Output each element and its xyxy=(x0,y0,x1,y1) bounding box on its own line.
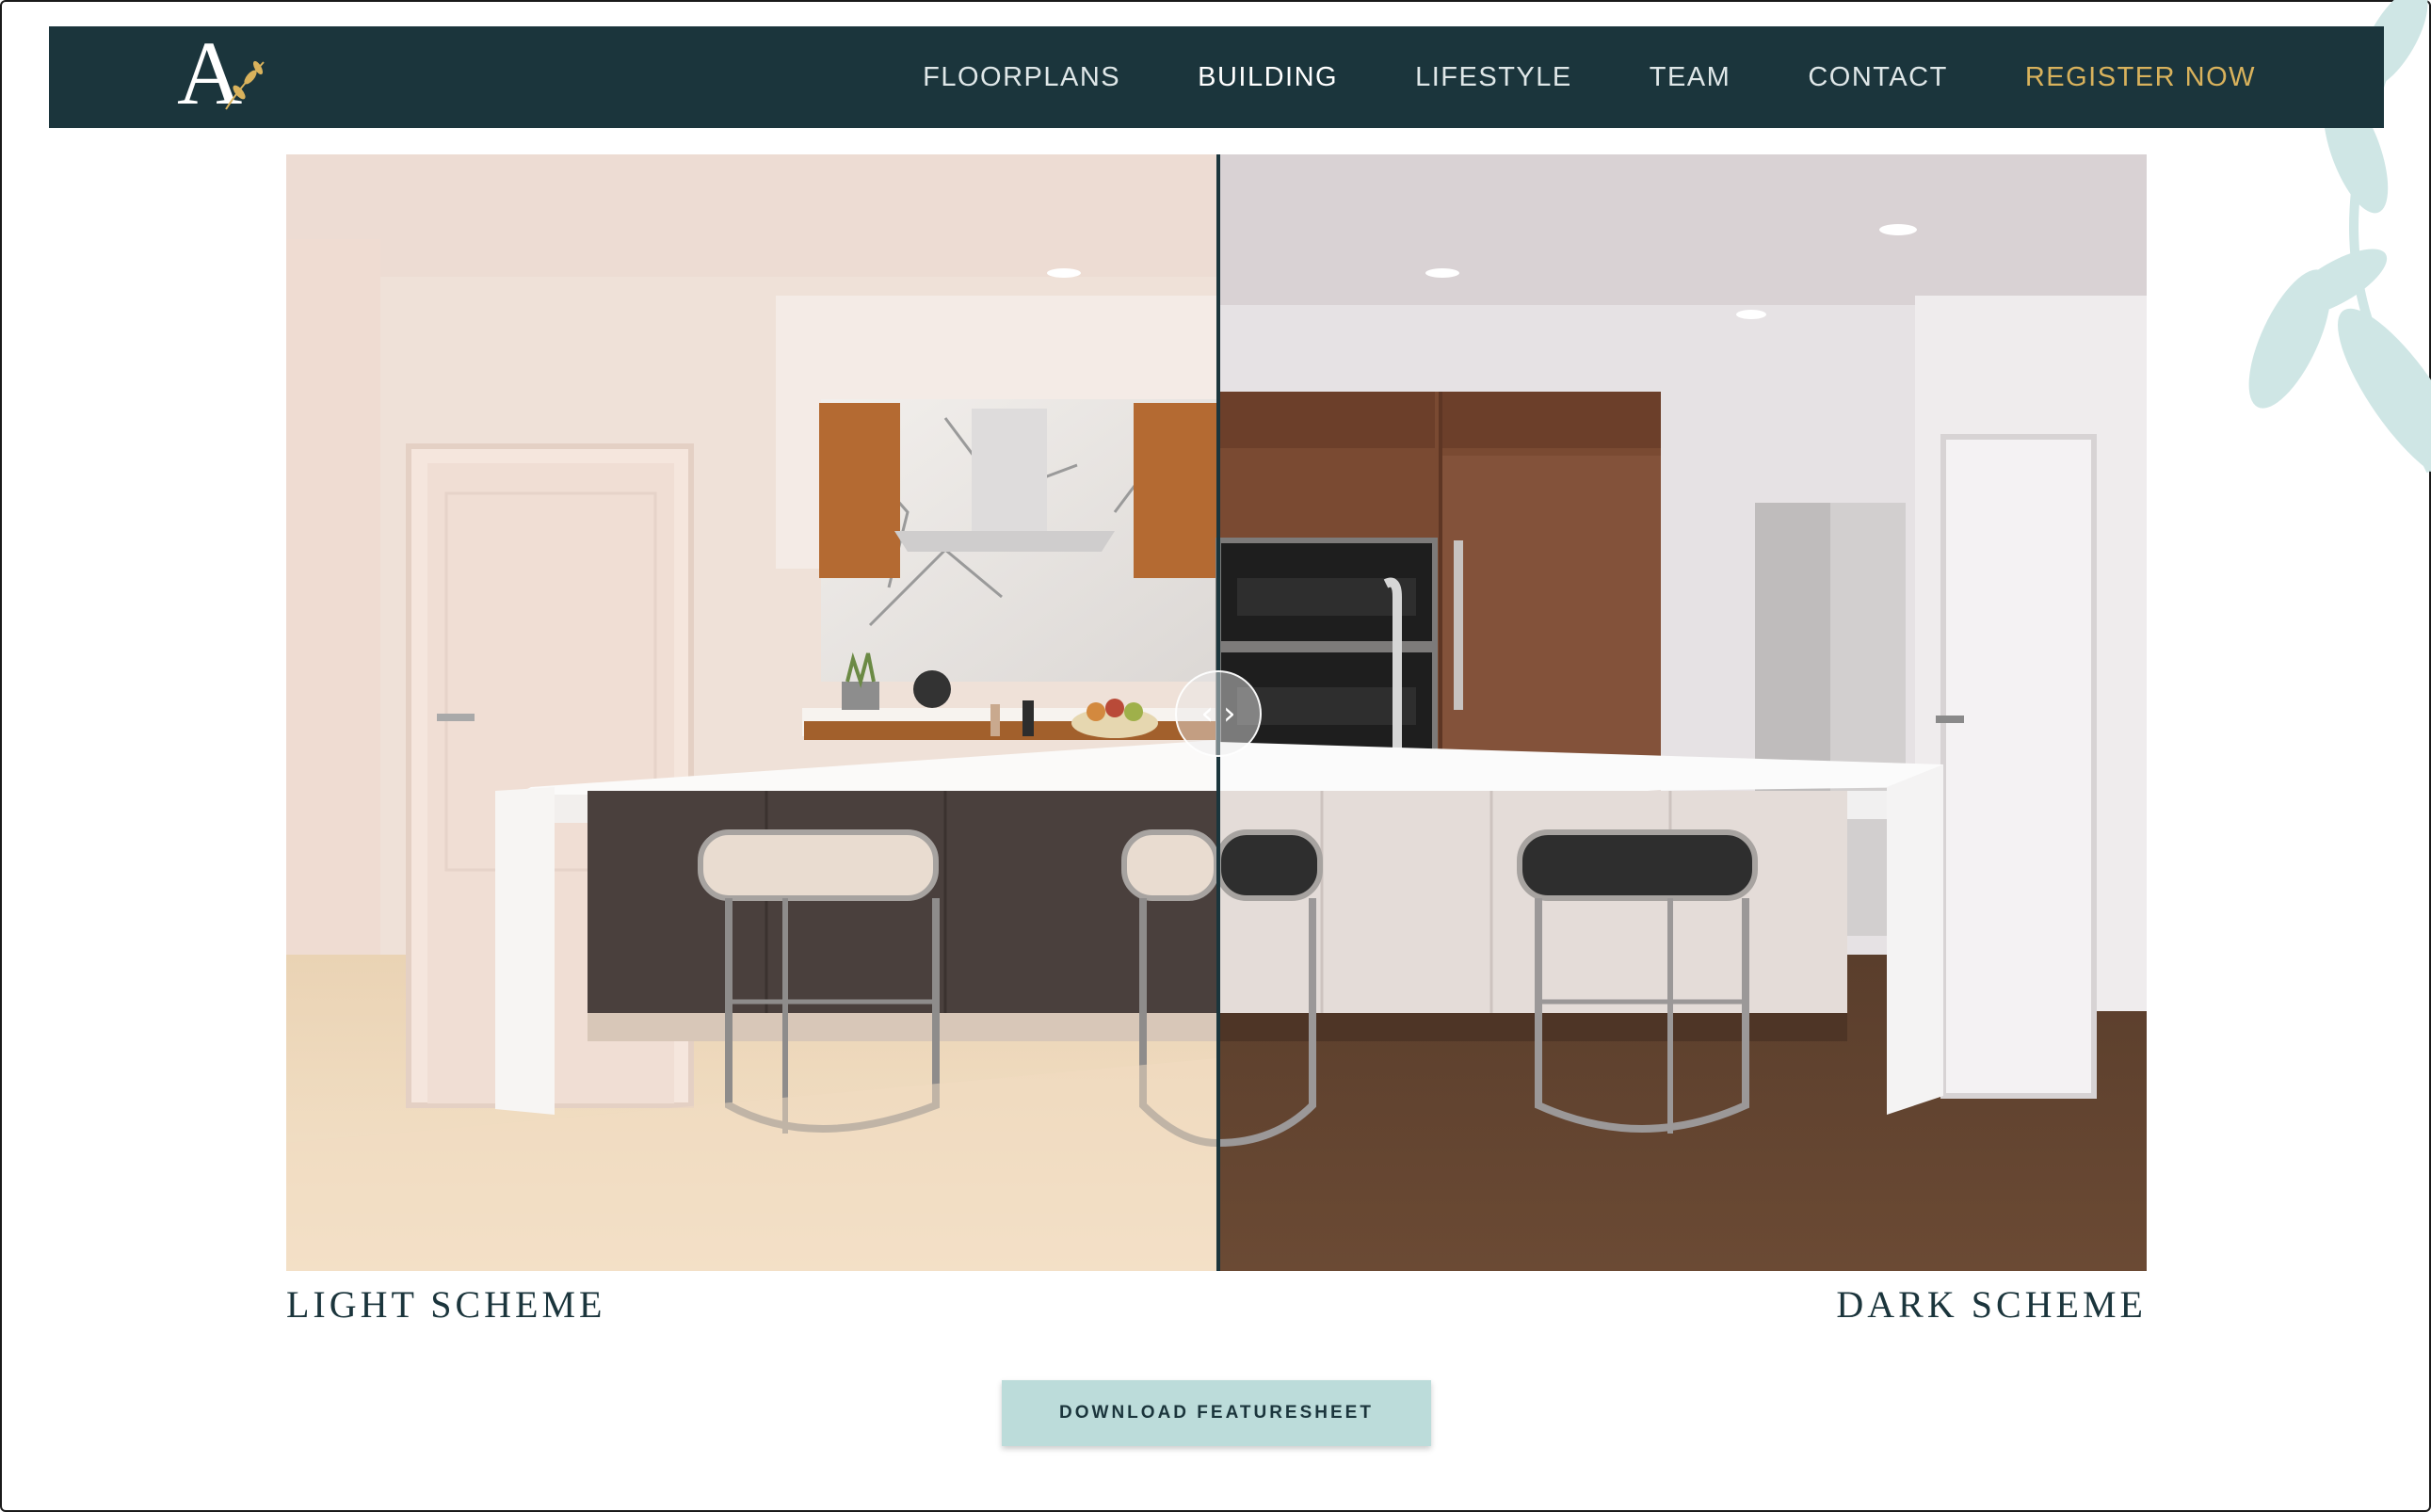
chevron-left-icon: ‹ xyxy=(1200,695,1214,732)
download-featuresheet-button[interactable]: DOWNLOAD FEATURESHEET xyxy=(1002,1380,1431,1446)
nav-contact[interactable]: CONTACT xyxy=(1808,62,1948,93)
nav-register-now[interactable]: REGISTER NOW xyxy=(2025,62,2256,93)
nav-building[interactable]: BUILDING xyxy=(1198,62,1338,93)
comparison-slider-handle[interactable]: ‹ › xyxy=(1175,670,1262,757)
light-scheme-label: LIGHT SCHEME xyxy=(286,1283,606,1326)
nav-lifestyle[interactable]: LIFESTYLE xyxy=(1415,62,1572,93)
main-navbar: A FLOORPLANS BUILDING LIFESTYLE TEAM CON… xyxy=(49,26,2384,128)
logo-sprig-icon xyxy=(225,60,265,110)
chevron-right-icon: › xyxy=(1223,695,1236,732)
nav-team[interactable]: TEAM xyxy=(1650,62,1731,93)
nav-links: FLOORPLANS BUILDING LIFESTYLE TEAM CONTA… xyxy=(923,26,2256,128)
nav-floorplans[interactable]: FLOORPLANS xyxy=(923,62,1120,93)
site-logo[interactable]: A xyxy=(169,28,273,122)
dark-scheme-label: DARK SCHEME xyxy=(1836,1283,2147,1326)
scheme-comparison-slider[interactable]: ‹ › xyxy=(286,154,2147,1271)
